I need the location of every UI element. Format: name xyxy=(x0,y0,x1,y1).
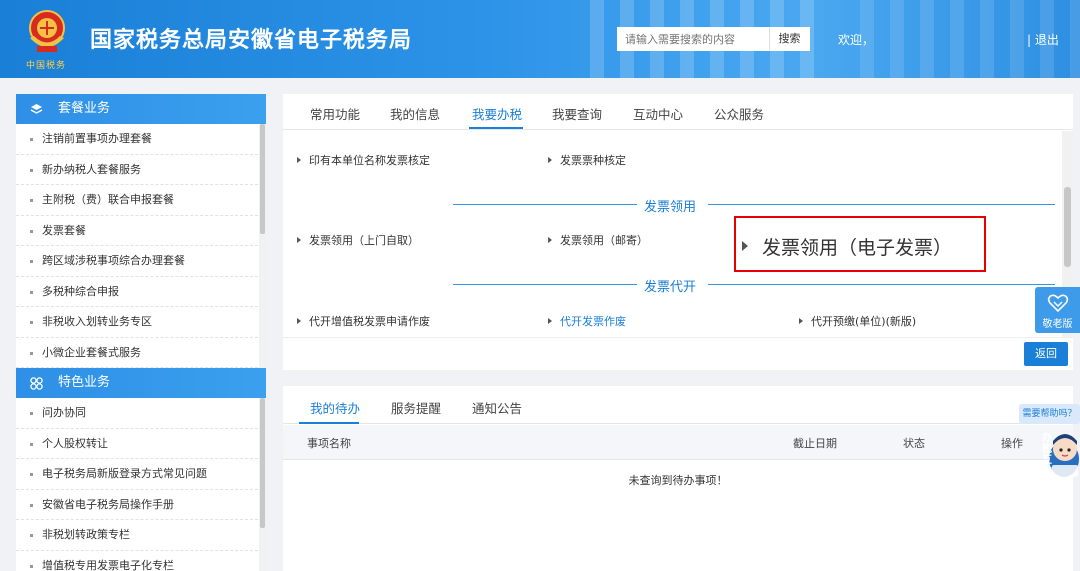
sidebar: 套餐业务 注销前置事项办理套餐 新办纳税人套餐服务 主附税（费）联合申报套餐 发… xyxy=(16,94,266,571)
logo-subtitle: 中国税务 xyxy=(26,61,67,71)
sidebar-item[interactable]: 电子税务局新版登录方式常见问题 xyxy=(16,459,258,490)
service-item-label: 发票领用（电子发票） xyxy=(762,237,953,259)
service-item[interactable]: 印有本单位名称发票核定 xyxy=(297,152,430,168)
search-button[interactable]: 搜索 xyxy=(769,27,810,51)
active-tab-indicator xyxy=(469,127,523,129)
todo-table-header: 事项名称 截止日期 状态 操作 xyxy=(283,425,1073,460)
search-input[interactable] xyxy=(617,27,769,51)
welcome-text: 欢迎， xyxy=(838,33,875,47)
sidebar-item[interactable]: 跨区域涉税事项综合办理套餐 xyxy=(16,246,258,277)
service-item[interactable]: 发票票种核定 xyxy=(548,152,626,168)
sidebar-item[interactable]: 增值税专用发票电子化专栏 xyxy=(16,551,258,571)
sidebar-item[interactable]: 个人股权转让 xyxy=(16,429,258,459)
help-tooltip[interactable]: 需要帮助吗？ xyxy=(1019,404,1080,424)
sidebar-list-packages: 注销前置事项办理套餐 新办纳税人套餐服务 主附税（费）联合申报套餐 发票套餐 跨… xyxy=(16,124,266,368)
sidebar-group-packages[interactable]: 套餐业务 xyxy=(16,94,266,124)
help-mascot[interactable]: 办税互动 xyxy=(1040,425,1080,481)
sidebar-item[interactable]: 非税收入划转业务专区 xyxy=(16,307,258,338)
section-divider xyxy=(453,284,637,285)
tab-notices[interactable]: 通知公告 xyxy=(472,398,522,417)
scrollbar-thumb[interactable] xyxy=(1064,187,1071,267)
sidebar-item[interactable]: 小微企业套餐式服务 xyxy=(16,338,258,368)
section-title: 发票领用 xyxy=(644,200,697,215)
section-title: 发票代开 xyxy=(644,280,697,295)
section-divider xyxy=(708,284,1055,285)
sidebar-group-featured[interactable]: 特色业务 xyxy=(16,368,266,398)
grid-flower-icon xyxy=(30,377,43,390)
heart-hands-icon xyxy=(1047,294,1068,313)
service-item[interactable]: 代开发票作废 xyxy=(548,313,626,329)
tab-common-functions[interactable]: 常用功能 xyxy=(310,104,360,123)
sidebar-scrollbar[interactable] xyxy=(259,398,266,571)
sidebar-item[interactable]: 发票套餐 xyxy=(16,216,258,246)
caret-right-icon xyxy=(742,241,748,251)
todo-panel: 我的待办 服务提醒 通知公告 事项名称 截止日期 状态 操作 未查询到待办事项！ xyxy=(283,386,1073,571)
active-tab-indicator xyxy=(299,422,359,424)
column-header: 事项名称 xyxy=(307,437,351,450)
logout-link[interactable]: | 退出 xyxy=(1027,31,1059,48)
top-header: 中国税务 国家税务总局安徽省电子税务局 搜索 欢迎， | 退出 xyxy=(0,0,1080,78)
service-item[interactable]: 代开预缴(单位)(新版) xyxy=(799,313,916,329)
sidebar-item[interactable]: 多税种综合申报 xyxy=(16,277,258,307)
scrollbar-thumb[interactable] xyxy=(260,124,265,234)
sidebar-group-title: 特色业务 xyxy=(58,375,111,390)
tab-my-todo[interactable]: 我的待办 xyxy=(310,398,360,417)
sidebar-item[interactable]: 非税划转政策专栏 xyxy=(16,520,258,551)
sidebar-item[interactable]: 主附税（费）联合申报套餐 xyxy=(16,185,258,216)
sidebar-group-title: 套餐业务 xyxy=(58,101,111,116)
service-tabs: 常用功能 我的信息 我要办税 我要查询 互动中心 公众服务 xyxy=(283,94,1073,130)
empty-state-text: 未查询到待办事项！ xyxy=(628,474,728,487)
sidebar-item[interactable]: 问办协同 xyxy=(16,398,258,429)
section-divider xyxy=(708,204,1055,205)
section-divider xyxy=(453,204,637,205)
panel-footer xyxy=(283,337,1073,370)
sidebar-list-wrapper: 问办协同 个人股权转让 电子税务局新版登录方式常见问题 安徽省电子税务局操作手册… xyxy=(16,398,266,571)
scrollbar-thumb[interactable] xyxy=(260,398,265,528)
sidebar-scrollbar[interactable] xyxy=(259,124,266,368)
column-header: 操作 xyxy=(1001,437,1023,450)
tab-service-reminder[interactable]: 服务提醒 xyxy=(391,398,441,417)
service-item-e-invoice[interactable]: 发票领用（电子发票） xyxy=(742,233,952,260)
back-button[interactable]: 返回 xyxy=(1024,342,1068,366)
main-service-panel: 常用功能 我的信息 我要办税 我要查询 互动中心 公众服务 印有本单位名称发票核… xyxy=(283,94,1073,370)
sidebar-item[interactable]: 安徽省电子税务局操作手册 xyxy=(16,490,258,520)
sidebar-item[interactable]: 新办纳税人套餐服务 xyxy=(16,155,258,185)
tab-query[interactable]: 我要查询 xyxy=(552,104,602,123)
sidebar-list-wrapper: 注销前置事项办理套餐 新办纳税人套餐服务 主附税（费）联合申报套餐 发票套餐 跨… xyxy=(16,124,266,368)
site-title: 国家税务总局安徽省电子税务局 xyxy=(90,28,413,53)
column-header: 状态 xyxy=(903,437,925,450)
sidebar-list-featured: 问办协同 个人股权转让 电子税务局新版登录方式常见问题 安徽省电子税务局操作手册… xyxy=(16,398,266,571)
elder-mode-button[interactable]: 敬老版 xyxy=(1035,287,1080,333)
column-header: 截止日期 xyxy=(793,437,837,450)
tab-my-info[interactable]: 我的信息 xyxy=(390,104,440,123)
mascot-label: 办税互动 xyxy=(1042,433,1052,477)
sidebar-item[interactable]: 注销前置事项办理套餐 xyxy=(16,124,258,155)
service-item[interactable]: 发票领用（邮寄） xyxy=(548,232,648,248)
tab-tax-handling[interactable]: 我要办税 xyxy=(472,104,522,123)
tax-emblem-icon xyxy=(29,10,65,52)
todo-tabs: 我的待办 服务提醒 通知公告 xyxy=(283,386,1073,424)
section-invoice-issuing: 发票代开 xyxy=(303,277,1055,295)
tab-interaction[interactable]: 互动中心 xyxy=(633,104,683,123)
tab-public-service[interactable]: 公众服务 xyxy=(714,104,764,123)
section-invoice-collection: 发票领用 xyxy=(303,197,1055,215)
elder-mode-label: 敬老版 xyxy=(1042,319,1073,330)
service-item[interactable]: 代开增值税发票申请作废 xyxy=(297,313,430,329)
layers-icon xyxy=(30,104,43,114)
service-item[interactable]: 发票领用（上门自取） xyxy=(297,232,419,248)
